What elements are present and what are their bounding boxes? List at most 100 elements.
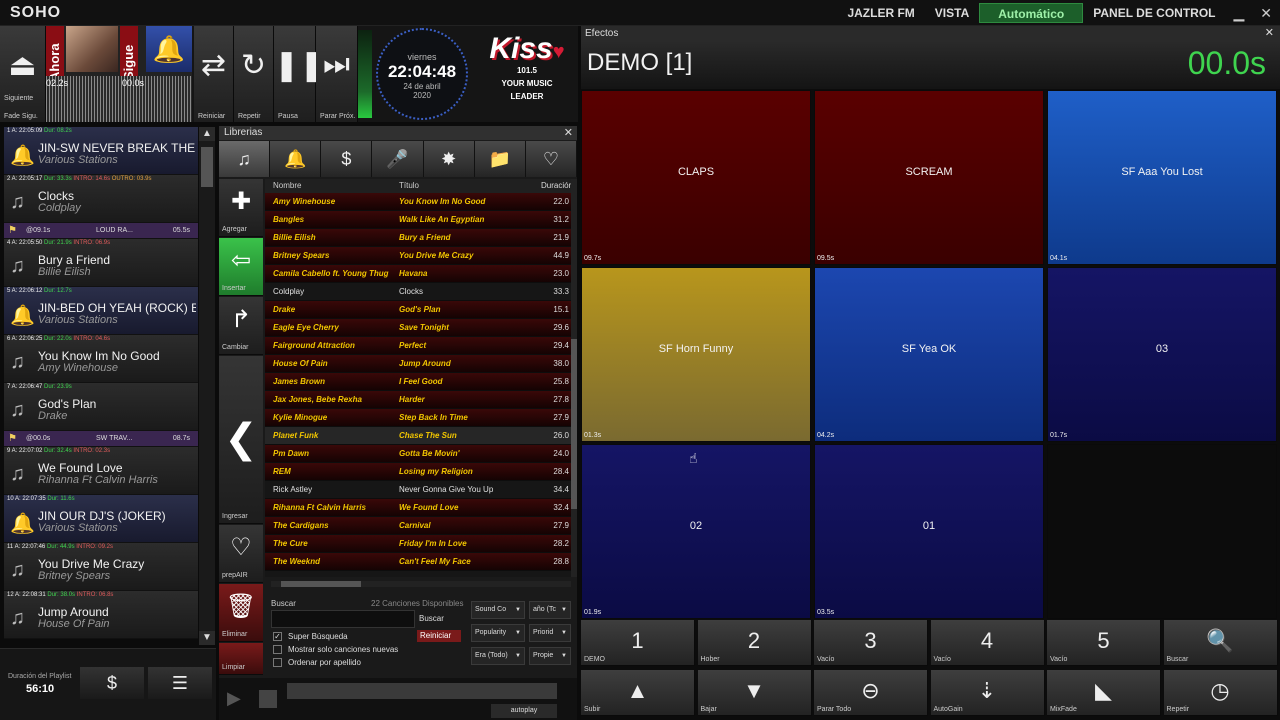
effect-control-button[interactable]: ▲ Subir [581,670,695,716]
effect-bank-button[interactable]: 4 Vacío [930,620,1045,666]
scroll-up-icon[interactable]: ▲ [199,127,215,141]
filter-dropdown[interactable]: Sound Co ▼ [471,601,525,619]
table-hscroll-thumb[interactable] [281,581,361,587]
effect-control-button[interactable]: ⊖ Parar Todo [814,670,928,716]
reset-search-button[interactable]: Reiniciar [417,630,461,642]
effect-control-button[interactable]: ◣ MixFade [1047,670,1161,716]
table-row[interactable]: Amy Winehouse You Know Im No Good 22.0 [265,193,571,211]
delete-button[interactable]: 🗑 Eliminar [219,584,263,642]
scroll-down-icon[interactable]: ▼ [199,631,215,645]
playlist-item[interactable]: 4 A: 22:05:50 Dur: 21.9s INTRO: 06.9s ♫ B… [4,239,198,287]
control-panel-button[interactable]: PANEL DE CONTROL [1083,6,1225,20]
library-close-icon[interactable]: ✕ [564,126,573,140]
filter-dropdown[interactable]: año (Tc ▼ [529,601,571,619]
playlist-scrollbar[interactable]: ▲ ▼ [199,127,215,645]
clear-button[interactable]: Limpiar [219,643,263,675]
table-row[interactable]: The Cure Friday I'm In Love 28.2 [265,535,571,553]
effect-pad[interactable]: 01 03.5s [814,444,1044,619]
stop-icon[interactable] [259,690,277,708]
table-row[interactable]: House Of Pain Jump Around 38.0 [265,355,571,373]
tab-folder-icon[interactable]: 📁 [474,141,526,177]
view-menu[interactable]: VISTA [925,6,979,20]
effect-pad[interactable]: SF Horn Funny 01.3s [581,267,811,442]
effects-close-icon[interactable]: ✕ [1265,26,1274,41]
new-only-checkbox[interactable]: Mostrar solo canciones nuevas [273,645,398,655]
repeat-button[interactable]: ↻ Repetir [234,26,274,122]
tab-heart-icon[interactable]: ♡ [525,141,577,177]
table-row[interactable]: Coldplay Clocks 33.3 [265,283,571,301]
preview-progress[interactable] [287,683,557,699]
effect-bank-button[interactable]: 2 Hober [697,620,812,666]
table-row[interactable]: Jax Jones, Bebe Rexha Harder 27.8 [265,391,571,409]
table-hscrollbar[interactable] [271,581,571,587]
add-button[interactable]: ✚ Agregar [219,179,263,237]
filter-dropdown[interactable]: Era (Todo) ▼ [471,647,525,665]
effect-pad[interactable]: SF Aaa You Lost 04.1s [1047,90,1277,265]
table-row[interactable]: Billie Eilish Bury a Friend 21.9 [265,229,571,247]
tab-money-icon[interactable]: $ [321,141,373,177]
effect-pad[interactable]: SF Yea OK 04.2s [814,267,1044,442]
prepair-button[interactable]: ♡ prepAIR [219,525,263,583]
super-search-checkbox[interactable]: ✓ Super Búsqueda [273,632,348,642]
effect-control-button[interactable]: ⇣ AutoGain [930,670,1045,716]
station-name[interactable]: JAZLER FM [837,6,924,20]
restart-button[interactable]: ⇄ Reiniciar [194,26,234,122]
pause-button[interactable]: ❚❚ Pausa [274,26,324,122]
table-row[interactable]: Camila Cabello ft. Young Thug Havana 23.0 [265,265,571,283]
table-row[interactable]: REM Losing my Religion 28.4 [265,463,571,481]
effect-pad[interactable]: CLAPS 09.7s [581,90,811,265]
playlist-item[interactable]: 7 A: 22:06:47 Dur: 23.9s ♫ God's Plan Drak… [4,383,198,431]
table-scroll-thumb[interactable] [571,339,577,509]
table-row[interactable]: Britney Spears You Drive Me Crazy 44.9 [265,247,571,265]
play-icon[interactable]: ▶ [227,688,241,709]
effect-bank-button[interactable]: 1 DEMO [581,620,695,666]
effect-bank-button[interactable]: 🔍 Buscar [1163,620,1278,666]
sort-surname-checkbox[interactable]: Ordenar por apellido [273,658,361,668]
table-row[interactable]: Rick Astley Never Gonna Give You Up 34.4 [265,481,571,499]
table-row[interactable]: Rihanna Ft Calvin Harris We Found Love 32.… [265,499,571,517]
change-button[interactable]: ↱ Cambiar [219,297,263,355]
tab-burst-icon[interactable]: ✸ [423,141,475,177]
col-duration[interactable]: Duración [541,179,571,193]
insert-button[interactable]: ⇦ Insertar [219,238,263,296]
effect-control-button[interactable]: ▼ Bajar [697,670,812,716]
effect-pad[interactable]: 03 01.7s [1047,267,1277,442]
money-button[interactable]: $ [80,667,144,699]
tab-bell-icon[interactable]: 🔔 [270,141,322,177]
scroll-thumb[interactable] [201,147,213,187]
search-button[interactable]: Buscar [419,614,444,623]
playlist-item[interactable]: 1 A: 22:05:09 Dur: 08.2s 🔔 JIN-SW NEVER B… [4,127,198,175]
search-input[interactable] [271,610,415,628]
list-button[interactable]: ☰ [148,667,212,699]
table-row[interactable]: Fairground Attraction Perfect 29.4 [265,337,571,355]
autoplay-button[interactable]: autoplay [491,704,557,718]
filter-dropdown[interactable]: Popularity ▼ [471,624,525,642]
col-name[interactable]: Nombre [265,179,399,193]
table-row[interactable]: Kylie Minogue Step Back In Time 27.9 [265,409,571,427]
table-row[interactable]: Eagle Eye Cherry Save Tonight 29.6 [265,319,571,337]
playlist-item[interactable]: 9 A: 22:07:02 Dur: 32.4s INTRO: 02.3s ♫ W… [4,447,198,495]
eject-next-button[interactable]: ⏏ Siguiente Fade Sigu. [0,26,46,122]
automatic-mode-button[interactable]: Automático [979,3,1084,23]
playlist-item[interactable]: 10 A: 22:07:35 Dur: 11.6s 🔔 JIN OUR DJ'S … [4,495,198,543]
tab-music-icon[interactable]: ♫ [219,141,271,177]
playlist-effect-row[interactable]: ⚑ @09.1s LOUD RA... 05.5s [4,223,198,239]
ingest-button[interactable]: ❮ Ingresar [219,356,263,524]
effect-pad[interactable]: SCREAM 09.5s [814,90,1044,265]
stop-next-button[interactable]: ⏭ Parar Próx. [316,26,358,122]
table-row[interactable]: The Cardigans Carnival 27.9 [265,517,571,535]
table-row[interactable]: Bangles Walk Like An Egyptian 31.2 [265,211,571,229]
table-row[interactable]: Planet Funk Chase The Sun 26.0 [265,427,571,445]
playlist-effect-row[interactable]: ⚑ @00.0s SW TRAV... 08.7s [4,431,198,447]
minimize-icon[interactable]: ▁ [1225,5,1252,22]
table-row[interactable]: Pm Dawn Gotta Be Movin' 24.0 [265,445,571,463]
table-row[interactable]: The Weeknd Can't Feel My Face 28.8 [265,553,571,571]
effect-control-button[interactable]: ◷ Repetir [1163,670,1278,716]
effect-bank-button[interactable]: 5 Vacío [1047,620,1161,666]
playlist-item[interactable]: 11 A: 22:07:46 Dur: 44.9s INTRO: 09.2s ♫… [4,543,198,591]
table-scrollbar[interactable] [571,179,577,577]
table-row[interactable]: Drake God's Plan 15.1 [265,301,571,319]
effect-pad[interactable]: 02 01.9s [581,444,811,619]
playlist-item[interactable]: 5 A: 22:06:12 Dur: 12.7s 🔔 JIN-BED OH YEA… [4,287,198,335]
filter-dropdown[interactable]: Priorid ▼ [529,624,571,642]
